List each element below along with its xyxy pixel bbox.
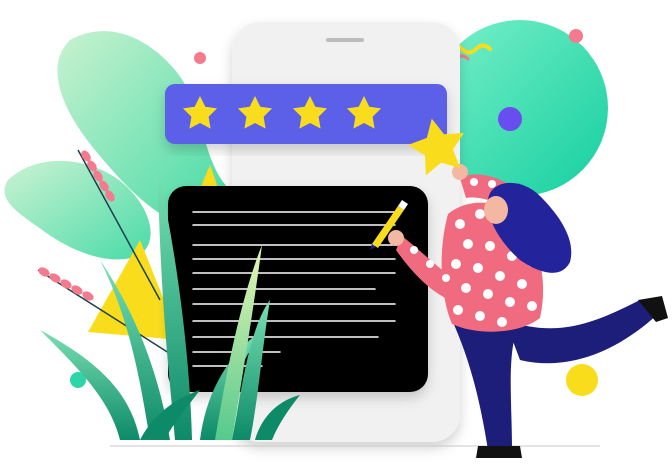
person-face	[484, 196, 508, 224]
rating-bar	[165, 84, 447, 144]
person-hand	[388, 230, 404, 246]
pink-dot	[569, 29, 583, 43]
grass-blade	[40, 330, 140, 440]
illustration-canvas	[4, 20, 668, 458]
review-card	[168, 186, 428, 392]
person-shoe-front	[476, 446, 522, 458]
yellow-dot	[566, 364, 598, 396]
review-illustration	[0, 0, 672, 474]
pink-dot	[194, 52, 206, 64]
violet-dot	[498, 107, 522, 131]
phone-speaker	[326, 38, 364, 42]
person-leg-front	[452, 320, 520, 450]
